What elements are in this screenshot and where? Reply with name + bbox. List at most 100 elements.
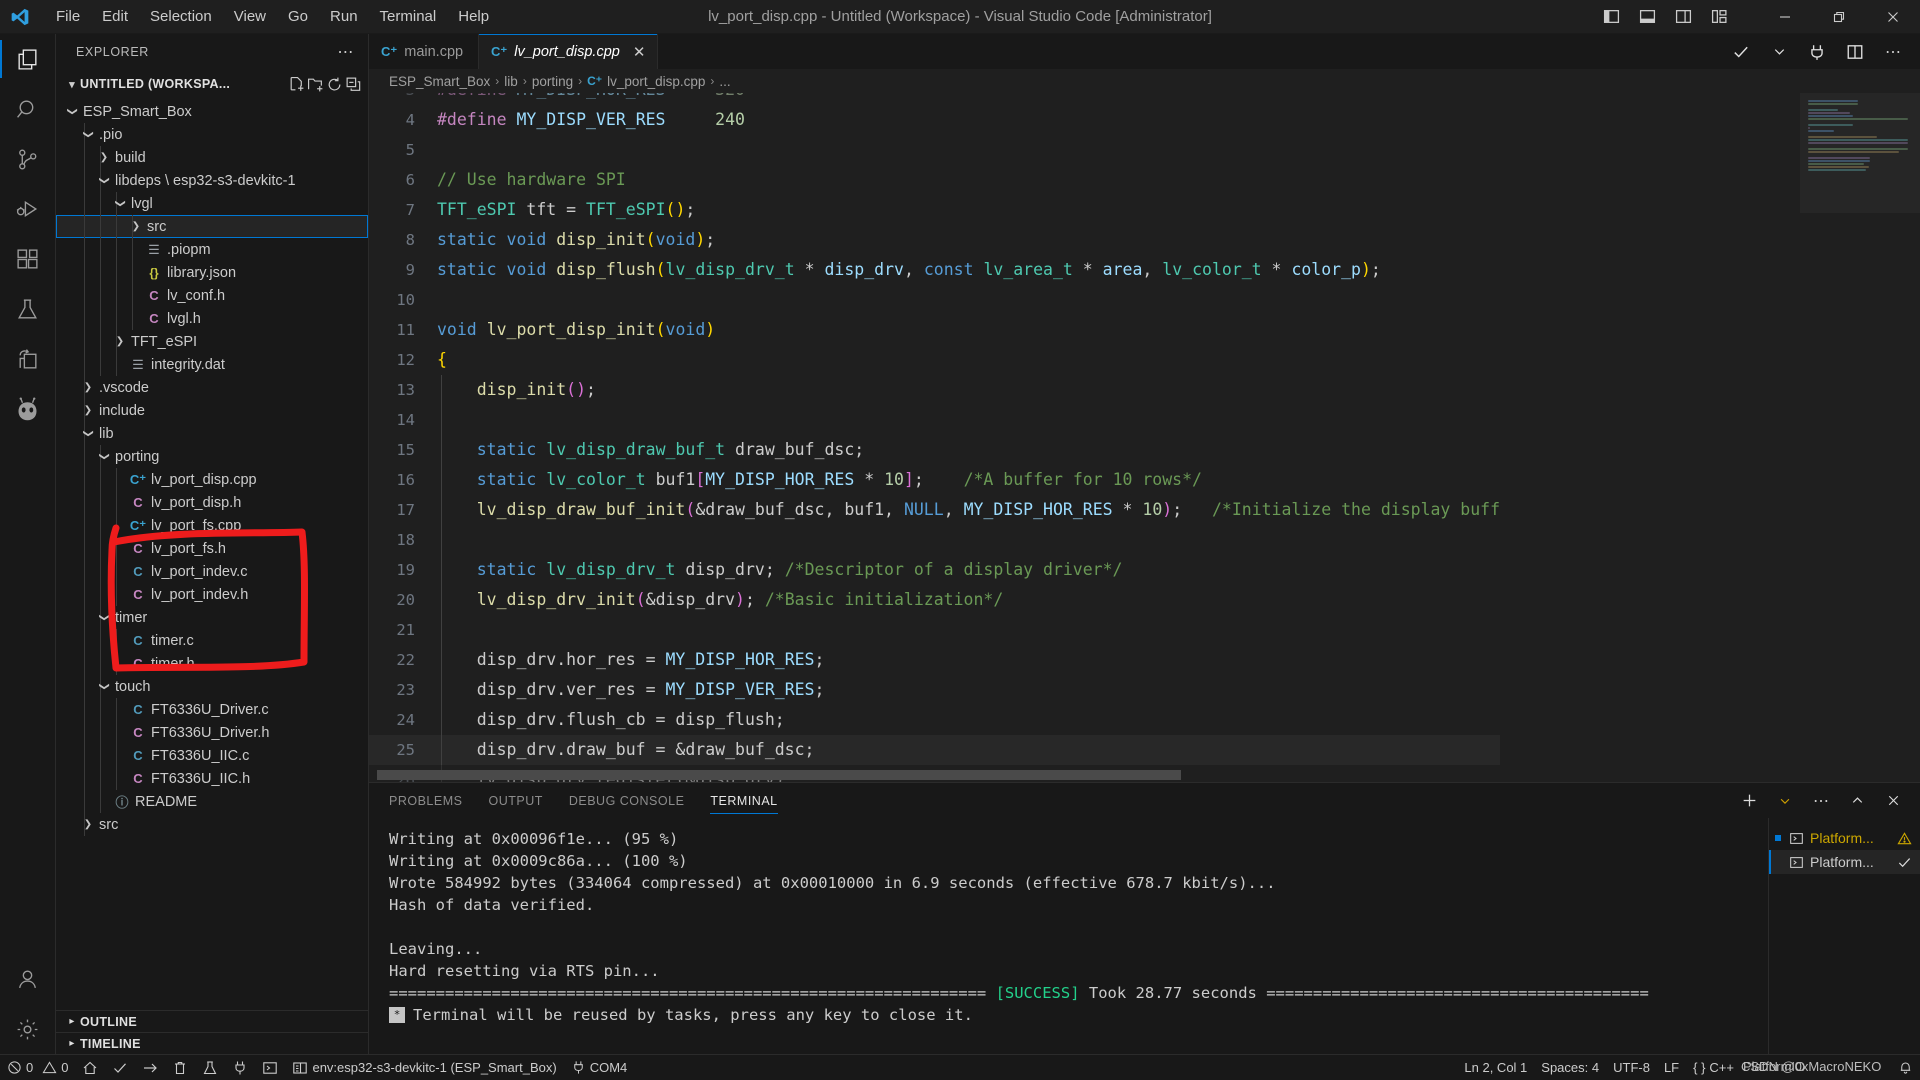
refresh-explorer-icon[interactable] [326,76,343,93]
window-close-button[interactable] [1866,0,1920,34]
maximize-panel-icon[interactable] [1840,786,1874,816]
window-minimize-button[interactable] [1758,0,1812,34]
tree-item-integrity.dat[interactable]: ☰integrity.dat [56,353,368,376]
window-restore-button[interactable] [1812,0,1866,34]
pio-upload-arrow-icon[interactable] [135,1055,165,1080]
chevron-down-icon[interactable]: ❯ [67,104,78,120]
chevron-right-icon[interactable]: ❯ [80,819,96,830]
pio-clean-trash-icon[interactable] [165,1055,195,1080]
activity-explorer-icon[interactable] [0,34,56,84]
tree-item-timer[interactable]: ❯timer [56,606,368,629]
tree-item-ft6336u_iic.h[interactable]: CFT6336U_IIC.h [56,767,368,790]
activity-accounts-icon[interactable] [0,954,56,1004]
minimap-slider[interactable] [1800,93,1920,213]
workspace-section-header[interactable]: ▾ UNTITLED (WORKSPA... [56,70,368,98]
toggle-primary-sidebar-icon[interactable] [1594,2,1628,32]
tab-problems[interactable]: PROBLEMS [389,783,462,818]
breadcrumb-item-2[interactable]: porting [532,74,573,89]
tree-item-timer.h[interactable]: Ctimer.h [56,652,368,675]
status-problems[interactable]: 0 0 [0,1055,75,1080]
customize-layout-icon[interactable] [1702,2,1736,32]
tree-item-lv_port_disp.cpp[interactable]: C⁺lv_port_disp.cpp [56,468,368,491]
tree-item-library.json[interactable]: {}library.json [56,261,368,284]
breadcrumb-item-3[interactable]: lv_port_disp.cpp [607,74,705,89]
tab-debug-console[interactable]: DEBUG CONSOLE [569,783,685,818]
pio-serial-monitor-plug-icon[interactable] [225,1055,255,1080]
pio-home-icon[interactable] [75,1055,105,1080]
menu-selection[interactable]: Selection [140,5,222,28]
chevron-right-icon[interactable]: ❯ [128,221,144,232]
outline-pane-header[interactable]: ▸ OUTLINE [56,1010,368,1032]
tree-item-tft_espi[interactable]: ❯TFT_eSPI [56,330,368,353]
pio-terminal-icon[interactable] [255,1055,285,1080]
pio-build-icon[interactable] [105,1055,135,1080]
tree-item-.piopm[interactable]: ☰.piopm [56,238,368,261]
tree-item-.vscode[interactable]: ❯.vscode [56,376,368,399]
activity-todo-icon[interactable] [0,334,56,384]
tab-output[interactable]: OUTPUT [488,783,542,818]
close-icon[interactable]: ✕ [633,43,646,61]
code-viewport[interactable]: 3#define MY_DISP_HOR_RES 3204#define MY_… [369,93,1800,782]
chevron-right-icon[interactable]: ❯ [112,336,128,347]
chevron-down-icon[interactable]: ❯ [115,196,126,212]
tree-item-readme[interactable]: ⓘREADME [56,790,368,813]
tree-item-src[interactable]: ❯src [56,215,368,238]
split-editor-icon[interactable] [1838,37,1872,67]
breadcrumb-item-4[interactable]: ... [719,74,730,89]
menu-edit[interactable]: Edit [92,5,138,28]
terminal-output[interactable]: Writing at 0x00096f1e... (95 %)Writing a… [369,818,1768,1054]
explorer-more-actions-icon[interactable]: ⋯ [331,42,360,62]
build-check-icon[interactable] [1724,37,1758,67]
breadcrumb-item-0[interactable]: ESP_Smart_Box [389,74,490,89]
status-cursor-position[interactable]: Ln 2, Col 1 [1457,1055,1534,1080]
chevron-down-icon[interactable]: ❯ [83,127,94,143]
menu-run[interactable]: Run [320,5,368,28]
tree-item-ft6336u_driver.c[interactable]: CFT6336U_Driver.c [56,698,368,721]
new-file-icon[interactable] [288,76,305,93]
tree-item-porting[interactable]: ❯porting [56,445,368,468]
timeline-pane-header[interactable]: ▸ TIMELINE [56,1032,368,1054]
tree-item-libdeps-esp32-s3-devkitc-1[interactable]: ❯libdeps \ esp32-s3-devkitc-1 [56,169,368,192]
activity-search-icon[interactable] [0,84,56,134]
menu-terminal[interactable]: Terminal [370,5,447,28]
tab-main-cpp[interactable]: C⁺ main.cpp [369,34,479,69]
status-serial-port[interactable]: COM4 [564,1055,635,1080]
tree-item-lvgl[interactable]: ❯lvgl [56,192,368,215]
activity-extensions-icon[interactable] [0,234,56,284]
activity-source-control-icon[interactable] [0,134,56,184]
tree-item-build[interactable]: ❯build [56,146,368,169]
plug-upload-icon[interactable] [1800,37,1834,67]
file-tree[interactable]: ❯ESP_Smart_Box❯.pio❯build❯libdeps \ esp3… [56,98,368,1010]
chevron-down-icon[interactable] [1762,37,1796,67]
code-editor[interactable]: 3#define MY_DISP_HOR_RES 3204#define MY_… [369,93,1920,782]
status-eol[interactable]: LF [1657,1055,1686,1080]
scrollbar-thumb[interactable] [377,770,1181,780]
chevron-down-icon[interactable]: ❯ [99,610,110,626]
collapse-all-icon[interactable] [345,76,362,93]
tree-item-include[interactable]: ❯include [56,399,368,422]
activity-testing-icon[interactable] [0,284,56,334]
chevron-right-icon[interactable]: ❯ [80,405,96,416]
minimap[interactable] [1800,93,1920,782]
more-actions-icon[interactable]: ⋯ [1876,37,1910,67]
status-platformio-watermark-overlap[interactable]: PlatformIO CSDN @0xMacroNEKO [1741,1055,1891,1080]
tree-item-lvgl.h[interactable]: Clvgl.h [56,307,368,330]
status-language-mode[interactable]: { } C++ [1686,1055,1741,1080]
breadcrumb-item-1[interactable]: lib [504,74,518,89]
tree-item-lv_port_indev.c[interactable]: Clv_port_indev.c [56,560,368,583]
pio-test-beaker-icon[interactable] [195,1055,225,1080]
new-folder-icon[interactable] [307,76,324,93]
tree-item-touch[interactable]: ❯touch [56,675,368,698]
activity-platformio-icon[interactable] [0,384,56,434]
tree-item-lv_port_indev.h[interactable]: Clv_port_indev.h [56,583,368,606]
chevron-down-icon[interactable]: ❯ [99,449,110,465]
tree-item-lv_conf.h[interactable]: Clv_conf.h [56,284,368,307]
tab-terminal[interactable]: TERMINAL [710,783,777,818]
tree-item-lv_port_fs.cpp[interactable]: C⁺lv_port_fs.cpp [56,514,368,537]
activity-settings-gear-icon[interactable] [0,1004,56,1054]
status-indentation[interactable]: Spaces: 4 [1534,1055,1606,1080]
tree-item-lv_port_fs.h[interactable]: Clv_port_fs.h [56,537,368,560]
more-actions-icon[interactable]: ⋯ [1804,786,1838,816]
menu-go[interactable]: Go [278,5,318,28]
tree-item-ft6336u_iic.c[interactable]: CFT6336U_IIC.c [56,744,368,767]
